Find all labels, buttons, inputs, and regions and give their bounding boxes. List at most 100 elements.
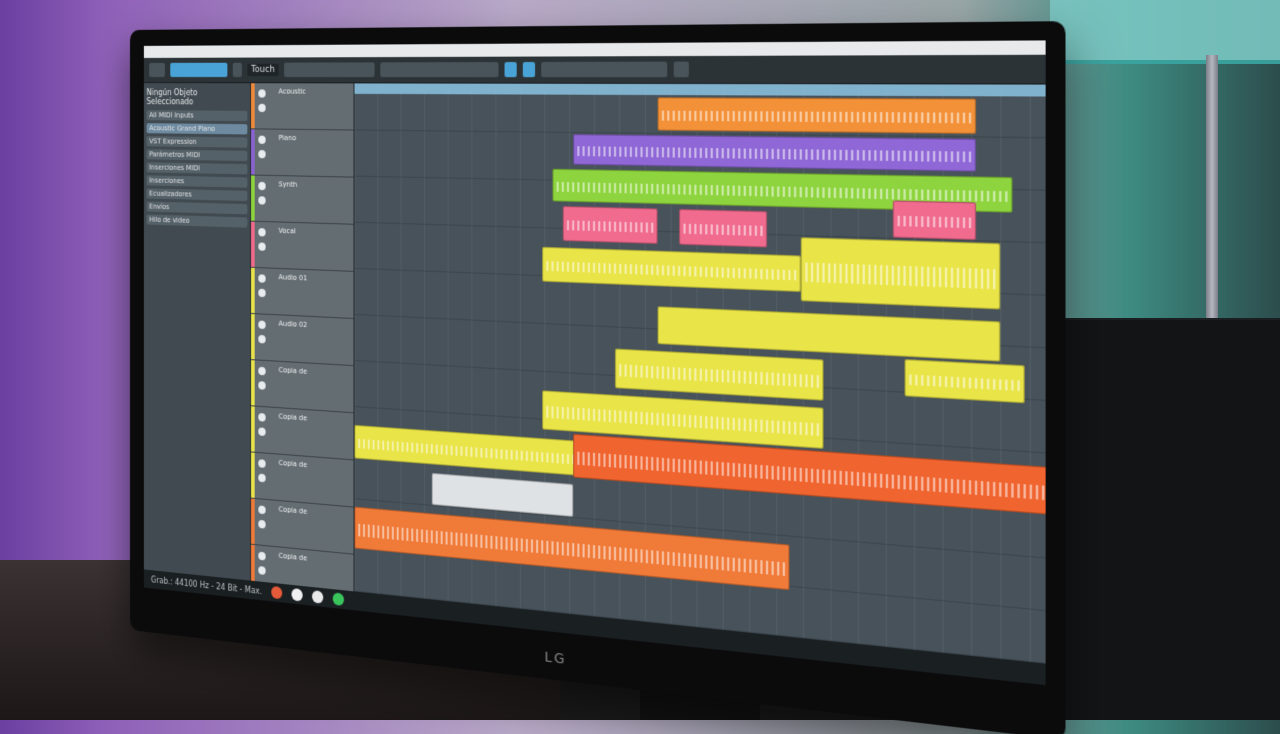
track-solo-button[interactable] xyxy=(258,196,266,205)
track-solo-button[interactable] xyxy=(258,565,266,575)
waveform xyxy=(577,451,1045,500)
inspector-row[interactable]: Inserciones MIDI xyxy=(146,162,248,175)
track-name: Audio 02 xyxy=(278,319,308,330)
waveform xyxy=(805,262,996,290)
inspector-row[interactable]: Parámetros MIDI xyxy=(146,149,248,162)
track-header[interactable]: Audio 01 xyxy=(251,267,354,320)
track-solo-button[interactable] xyxy=(258,519,266,529)
toolbar-button[interactable] xyxy=(283,62,375,78)
clip-pink[interactable] xyxy=(562,206,658,245)
waveform xyxy=(897,215,972,229)
clip-orange[interactable] xyxy=(657,97,977,134)
track-color-strip xyxy=(251,313,255,360)
inspector-title: Ningún Objeto Seleccionado xyxy=(146,88,198,107)
toolbar-button[interactable] xyxy=(673,61,689,78)
track-solo-button[interactable] xyxy=(258,381,266,390)
track-mute-button[interactable] xyxy=(258,459,266,468)
track-color-strip xyxy=(251,360,255,406)
clip-yellow[interactable] xyxy=(800,237,1001,310)
track-name: Copia de xyxy=(278,365,308,376)
daw-toolbar: Touch xyxy=(143,54,1046,85)
track-header[interactable]: Vocal xyxy=(251,221,354,272)
track-name: Acoustic xyxy=(278,87,306,96)
track-mute-button[interactable] xyxy=(258,366,266,376)
track-name: Synth xyxy=(278,180,298,189)
monitor: Touch Ningún Objeto Seleccionado All MID… xyxy=(130,21,1066,734)
track-color-strip xyxy=(251,83,255,129)
clip-yellow[interactable] xyxy=(615,348,824,401)
track-name: Audio 01 xyxy=(278,273,308,283)
waveform xyxy=(358,523,785,577)
track-mute-button[interactable] xyxy=(258,320,266,330)
inspector-row[interactable]: VST Expression xyxy=(146,136,248,148)
track-mute-button[interactable] xyxy=(258,412,266,422)
waveform xyxy=(909,374,1020,392)
arrange-window[interactable] xyxy=(354,83,1046,664)
daw-workspace: Ningún Objeto Seleccionado All MIDI Inpu… xyxy=(143,83,1046,664)
inspector-row[interactable]: Inserciones xyxy=(146,175,248,188)
track-header[interactable]: Acoustic xyxy=(251,83,354,131)
toolbar-button[interactable] xyxy=(170,62,228,78)
track-color-strip xyxy=(251,406,255,452)
track-mute-button[interactable] xyxy=(258,181,266,191)
clip-purple[interactable] xyxy=(573,134,977,172)
track-name: Copia de xyxy=(278,505,308,516)
clip-red-orange[interactable] xyxy=(354,506,790,591)
track-color-strip xyxy=(251,175,255,221)
waveform xyxy=(546,260,797,281)
track-name: Piano xyxy=(278,133,297,143)
track-solo-button[interactable] xyxy=(258,103,266,113)
track-color-strip xyxy=(251,221,255,267)
inspector-row[interactable]: Acoustic Grand Piano xyxy=(146,123,248,135)
waveform xyxy=(556,181,1008,202)
toolbar-button[interactable] xyxy=(380,62,499,78)
track-header[interactable]: Copia de xyxy=(251,406,354,461)
track-color-strip xyxy=(251,498,255,545)
timeline-ruler[interactable] xyxy=(354,83,1046,97)
waveform xyxy=(619,364,819,389)
track-solo-button[interactable] xyxy=(258,334,266,344)
track-color-strip xyxy=(251,129,255,175)
track-mute-button[interactable] xyxy=(258,135,266,144)
track-solo-button[interactable] xyxy=(258,427,266,437)
track-mute-button[interactable] xyxy=(258,228,266,237)
track-color-strip xyxy=(251,452,255,498)
track-mute-button[interactable] xyxy=(258,505,266,515)
inspector-row[interactable]: Ecualizadores xyxy=(146,188,248,202)
clip-pink[interactable] xyxy=(679,208,768,248)
monitor-screen: Touch Ningún Objeto Seleccionado All MID… xyxy=(143,40,1046,686)
track-header[interactable]: Piano xyxy=(251,129,354,178)
track-solo-button[interactable] xyxy=(258,242,266,251)
track-name: Vocal xyxy=(278,226,296,236)
toolbar-button[interactable] xyxy=(522,61,535,78)
monitor-wrap: Touch Ningún Objeto Seleccionado All MID… xyxy=(0,0,1280,734)
track-solo-button[interactable] xyxy=(258,288,266,298)
app-icon[interactable] xyxy=(332,592,345,607)
track-mute-button[interactable] xyxy=(258,274,266,283)
app-icon[interactable] xyxy=(291,587,303,602)
track-header[interactable]: Synth xyxy=(251,175,354,225)
app-icon[interactable] xyxy=(271,585,283,600)
inspector-row[interactable]: All MIDI Inputs xyxy=(146,110,248,122)
automation-mode-select[interactable]: Touch xyxy=(247,63,279,77)
waveform xyxy=(683,223,763,237)
track-header[interactable]: Audio 02 xyxy=(251,313,354,367)
track-color-strip xyxy=(251,267,255,314)
inspector-panel: Ningún Objeto Seleccionado All MIDI Inpu… xyxy=(143,83,252,581)
toolbar-button[interactable] xyxy=(541,61,668,78)
inspector-row[interactable]: Envíos xyxy=(146,201,248,215)
track-solo-button[interactable] xyxy=(258,149,266,159)
track-header[interactable]: Copia de xyxy=(251,360,354,414)
toolbar-button[interactable] xyxy=(232,62,242,78)
toolbar-button[interactable] xyxy=(504,62,517,78)
clip-pink[interactable] xyxy=(892,200,977,241)
track-mute-button[interactable] xyxy=(258,551,266,561)
inspector-row[interactable]: Hilo de video xyxy=(146,214,248,228)
toolbar-button[interactable] xyxy=(149,62,165,78)
app-icon[interactable] xyxy=(312,590,324,604)
track-solo-button[interactable] xyxy=(258,473,266,483)
track-mute-button[interactable] xyxy=(258,89,266,98)
clip-white[interactable] xyxy=(431,472,574,517)
clip-yellow[interactable] xyxy=(542,246,801,293)
clip-yellow[interactable] xyxy=(904,359,1025,404)
